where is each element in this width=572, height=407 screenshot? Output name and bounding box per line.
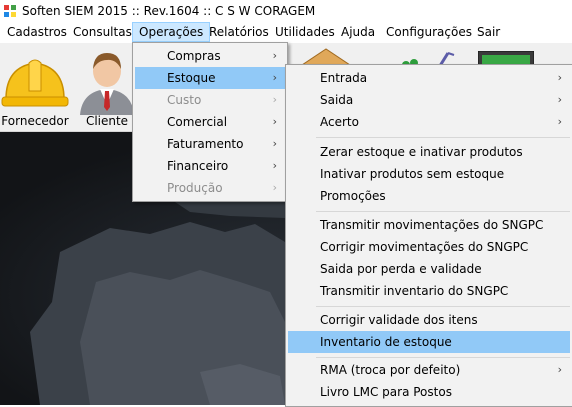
submenu-item-entrada[interactable]: Entrada › [288,67,570,89]
submenu-item-label: Entrada [320,71,368,85]
submenu-item-label: Corrigir movimentações do SNGPC [320,240,529,254]
chevron-right-icon: › [272,49,277,62]
submenu-item-inventario-estoque[interactable]: Inventario de estoque [288,331,570,353]
operacoes-menu: Compras › Estoque › Custo › Comercial › Fatu… [132,42,288,202]
hard-hat-icon [1,59,69,107]
menu-item-label: Compras [167,49,221,63]
menu-relatorios[interactable]: Relatórios [203,22,275,42]
submenu-item-label: Inventario de estoque [320,335,452,349]
menu-operacoes[interactable]: Operações [132,22,211,42]
submenu-item-saida-perda[interactable]: Saida por perda e validade [288,258,570,280]
submenu-item-label: Acerto [320,115,359,129]
chevron-right-icon: › [557,115,562,128]
chevron-right-icon: › [272,115,277,128]
submenu-item-label: Transmitir movimentações do SNGPC [320,218,544,232]
submenu-item-label: Saida [320,93,354,107]
menu-item-label: Comercial [167,115,228,129]
submenu-item-rma[interactable]: RMA (troca por defeito) › [288,359,570,381]
menu-sair[interactable]: Sair [471,22,506,42]
title-bar: Soften SIEM 2015 :: Rev.1604 :: C S W CO… [0,0,572,22]
menu-item-label: Financeiro [167,159,229,173]
fornecedor-button[interactable]: Fornecedor [0,43,70,131]
submenu-item-label: Saida por perda e validade [320,262,482,276]
chevron-right-icon: › [272,181,277,194]
submenu-item-transmitir-inventario[interactable]: Transmitir inventario do SNGPC [288,280,570,302]
submenu-item-label: Transmitir inventario do SNGPC [320,284,509,298]
chevron-right-icon: › [557,363,562,376]
submenu-item-label: Promoções [320,189,386,203]
menu-separator [316,357,570,358]
cliente-button[interactable]: Cliente [76,43,138,131]
menu-consultas[interactable]: Consultas [67,22,138,42]
chevron-right-icon: › [272,159,277,172]
menu-item-label: Faturamento [167,137,244,151]
menu-cadastros[interactable]: Cadastros [1,22,73,42]
menu-bar: Cadastros Consultas Operações Relatórios… [0,22,572,43]
submenu-item-livro-lmc[interactable]: Livro LMC para Postos [288,381,570,403]
submenu-item-label: Corrigir validade dos itens [320,313,478,327]
menu-item-faturamento[interactable]: Faturamento › [135,133,285,155]
submenu-item-zerar-estoque[interactable]: Zerar estoque e inativar produtos [288,141,570,163]
window-title: Soften SIEM 2015 :: Rev.1604 :: C S W CO… [22,4,316,18]
chevron-right-icon: › [272,93,277,106]
menu-item-custo: Custo › [135,89,285,111]
menu-item-estoque[interactable]: Estoque › [135,67,285,89]
menu-utilidades[interactable]: Utilidades [269,22,341,42]
submenu-item-acerto[interactable]: Acerto › [288,111,570,133]
menu-configuracoes[interactable]: Configurações [380,22,478,42]
submenu-item-saida[interactable]: Saida › [288,89,570,111]
submenu-item-transmitir-movimentacoes[interactable]: Transmitir movimentações do SNGPC [288,214,570,236]
menu-item-compras[interactable]: Compras › [135,45,285,67]
submenu-item-corrigir-validade[interactable]: Corrigir validade dos itens [288,309,570,331]
chevron-right-icon: › [557,93,562,106]
person-icon [80,53,134,115]
menu-item-financeiro[interactable]: Financeiro › [135,155,285,177]
submenu-item-corrigir-movimentacoes[interactable]: Corrigir movimentações do SNGPC [288,236,570,258]
submenu-item-inativar-produtos[interactable]: Inativar produtos sem estoque [288,163,570,185]
submenu-item-label: Inativar produtos sem estoque [320,167,505,181]
fornecedor-label: Fornecedor [1,114,69,128]
menu-separator [316,211,570,212]
menu-item-label: Produção [167,181,223,195]
submenu-item-label: Zerar estoque e inativar produtos [320,145,523,159]
chevron-right-icon: › [272,137,277,150]
chevron-right-icon: › [557,71,562,84]
menu-separator [316,306,570,307]
menu-item-comercial[interactable]: Comercial › [135,111,285,133]
menu-separator [316,137,570,138]
submenu-item-label: Livro LMC para Postos [320,385,452,399]
estoque-submenu: Entrada › Saida › Acerto › Zerar estoque e … [285,64,572,407]
menu-item-producao: Produção › [135,177,285,199]
menu-item-label: Custo [167,93,202,107]
menu-item-label: Estoque [167,71,216,85]
cliente-label: Cliente [85,114,129,128]
submenu-item-label: RMA (troca por defeito) [320,363,461,377]
menu-ajuda[interactable]: Ajuda [335,22,381,42]
app-icon [4,5,18,19]
submenu-item-promocoes[interactable]: Promoções [288,185,570,207]
chevron-right-icon: › [272,71,277,84]
